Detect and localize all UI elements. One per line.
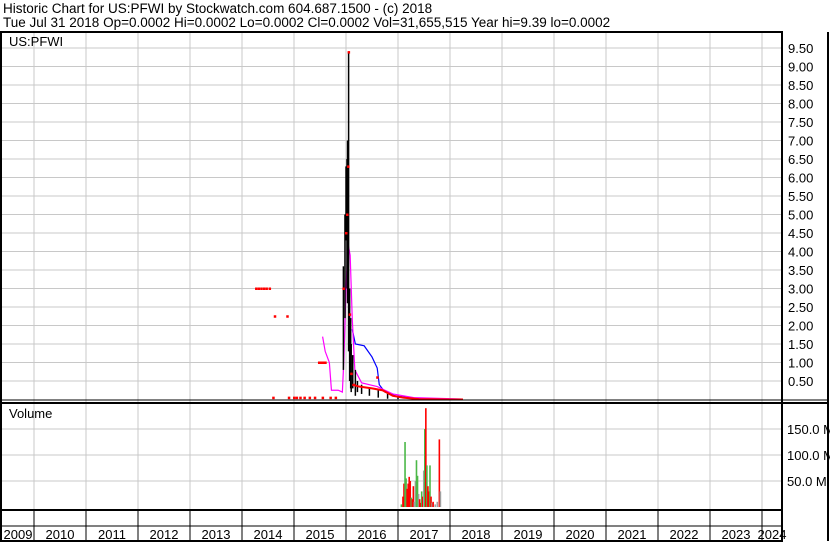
- year-tick-label: 2012: [150, 527, 179, 542]
- stock-chart: US:PFWI Volume 0.50 1.00 1.50 2.00 2.50 3.00 3…: [0, 31, 830, 542]
- price-tick-label: 9.00: [788, 60, 813, 75]
- year-tick-label: 2011: [98, 527, 126, 542]
- grid: [2, 33, 781, 541]
- year-tick-label: 2023: [722, 527, 751, 542]
- close-price-dot: [321, 396, 325, 400]
- year-tick-label: 2018: [462, 527, 491, 542]
- year-tick-label: 2016: [358, 527, 387, 542]
- volume-tick-label: 50.0 M: [787, 474, 827, 489]
- close-price-dot: [329, 396, 332, 400]
- price-tick-label: 7.00: [788, 134, 813, 149]
- close-price-dot: [286, 315, 289, 318]
- close-price-dot: [260, 287, 263, 290]
- close-price-dot: [334, 396, 338, 400]
- volume-bar: [400, 504, 403, 507]
- close-price-dot: [265, 287, 268, 290]
- symbol-label: US:PFWI: [9, 34, 63, 49]
- price-tick-label: 6.50: [788, 152, 813, 167]
- close-price-dot: [324, 361, 327, 364]
- year-tick-label: 2013: [202, 527, 231, 542]
- close-price-dot: [376, 376, 379, 379]
- close-price-dot: [347, 51, 351, 54]
- close-price-dot: [299, 396, 302, 400]
- price-tick-label: 8.00: [788, 97, 813, 112]
- price-tick-label: 7.50: [788, 115, 813, 130]
- price-tick-label: 5.00: [788, 208, 813, 223]
- price-tick-label: 1.50: [788, 337, 813, 352]
- price-tick-label: 2.00: [788, 319, 813, 334]
- year-tick-label: 2024: [758, 527, 787, 542]
- close-price-dot: [295, 396, 299, 400]
- price-tick-label: 4.50: [788, 226, 813, 241]
- close-price-dot: [352, 383, 356, 387]
- volume-bar: [434, 504, 436, 507]
- close-price-dot: [347, 165, 350, 168]
- price-tick-label: 6.00: [788, 171, 813, 186]
- volume-bar: [436, 501, 439, 507]
- year-tick-label: 2021: [618, 527, 647, 542]
- close-price-dot: [345, 232, 348, 235]
- close-price-dot: [303, 396, 306, 400]
- volume-bar: [439, 491, 442, 507]
- close-price-dot: [293, 396, 296, 400]
- close-price-dot: [313, 396, 317, 400]
- price-tick-label: 2.50: [788, 300, 813, 315]
- year-tick-label: 2019: [514, 527, 543, 542]
- volume-label: Volume: [9, 406, 52, 421]
- price-tick-label: 5.50: [788, 189, 813, 204]
- close-price-dot: [287, 396, 291, 400]
- price-tick-label: 3.00: [788, 282, 813, 297]
- close-price-dot: [342, 287, 345, 290]
- close-price-dot: [272, 396, 275, 400]
- year-tick-label: 2009: [4, 527, 33, 542]
- close-price-dot: [350, 372, 353, 376]
- close-price-dot: [348, 313, 352, 316]
- close-price-dot: [268, 287, 272, 290]
- volume-tick-label: 150.0 M: [787, 422, 830, 437]
- year-tick-label: 2020: [566, 527, 595, 542]
- chart-frame: [0, 31, 829, 542]
- year-tick-label: 2010: [46, 527, 75, 542]
- year-tick-label: 2022: [670, 527, 699, 542]
- price-tick-label: 3.50: [788, 263, 813, 278]
- price-tick-label: 8.50: [788, 78, 813, 93]
- close-price-dot: [257, 287, 261, 290]
- price-tick-label: 1.00: [788, 356, 813, 371]
- price-tick-label: 0.50: [788, 374, 813, 389]
- price-tick-label: 4.00: [788, 245, 813, 260]
- year-tick-label: 2015: [306, 527, 335, 542]
- close-price-dot: [308, 396, 312, 400]
- volume-bar: [432, 501, 434, 507]
- volume-tick-label: 100.0 M: [787, 448, 830, 463]
- close-price-dot: [273, 315, 277, 318]
- year-tick-label: 2017: [410, 527, 439, 542]
- year-tick-label: 2014: [254, 527, 283, 542]
- price-tick-label: 9.50: [788, 41, 813, 56]
- close-price-dot: [262, 287, 266, 290]
- close-price-dot: [346, 213, 349, 216]
- chart-marks: [255, 51, 464, 507]
- close-price-dot: [255, 287, 258, 290]
